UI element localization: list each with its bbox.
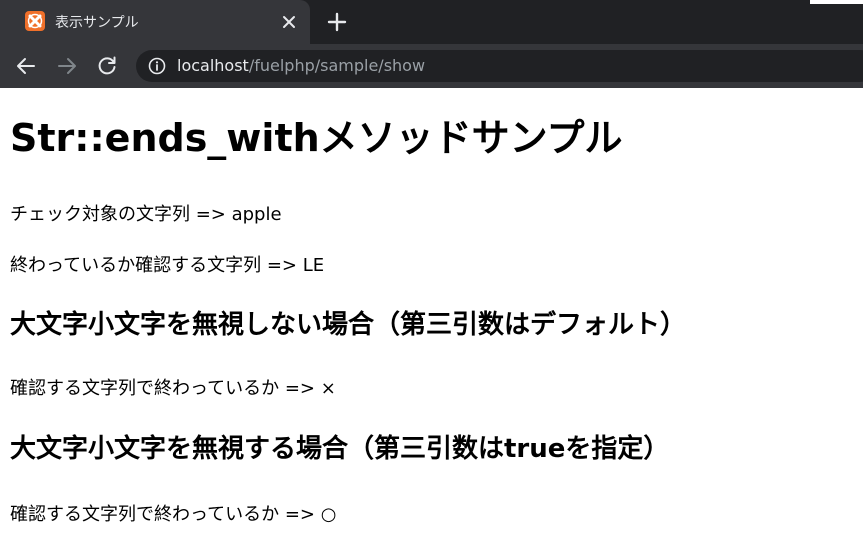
window-corner [810,0,863,4]
tab-bar: 表示サンプル [0,0,863,44]
info-icon[interactable] [148,57,166,75]
target-string-line: チェック対象の文字列 => apple [10,204,282,225]
browser-tab[interactable]: 表示サンプル [0,0,310,44]
forward-arrow-icon[interactable] [55,54,79,78]
close-icon[interactable] [279,12,299,32]
check-string-line: 終わっているか確認する文字列 => LE [10,255,325,276]
plus-icon[interactable] [326,11,348,33]
page-title: Str::ends_withメソッドサンプル [10,116,623,160]
section-case-sensitive-heading: 大文字小文字を無視しない場合（第三引数はデフォルト） [10,310,687,340]
url-host: localhost [177,56,249,75]
browser-toolbar: localhost/fuelphp/sample/show [0,44,863,88]
section-case-sensitive-result: 確認する文字列で終わっているか => × [10,378,336,399]
url-text: localhost/fuelphp/sample/show [177,56,425,75]
back-arrow-icon[interactable] [14,54,38,78]
address-bar[interactable]: localhost/fuelphp/sample/show [136,50,863,82]
reload-icon[interactable] [95,54,119,78]
url-path: /fuelphp/sample/show [248,56,426,75]
tab-title: 表示サンプル [55,15,139,31]
page-content: Str::ends_withメソッドサンプル チェック対象の文字列 => app… [0,88,863,551]
xampp-favicon-icon [25,11,45,31]
section-case-insensitive-heading: 大文字小文字を無視する場合（第三引数はtrueを指定） [10,434,670,464]
section-case-insensitive-result: 確認する文字列で終わっているか => ○ [10,504,337,525]
